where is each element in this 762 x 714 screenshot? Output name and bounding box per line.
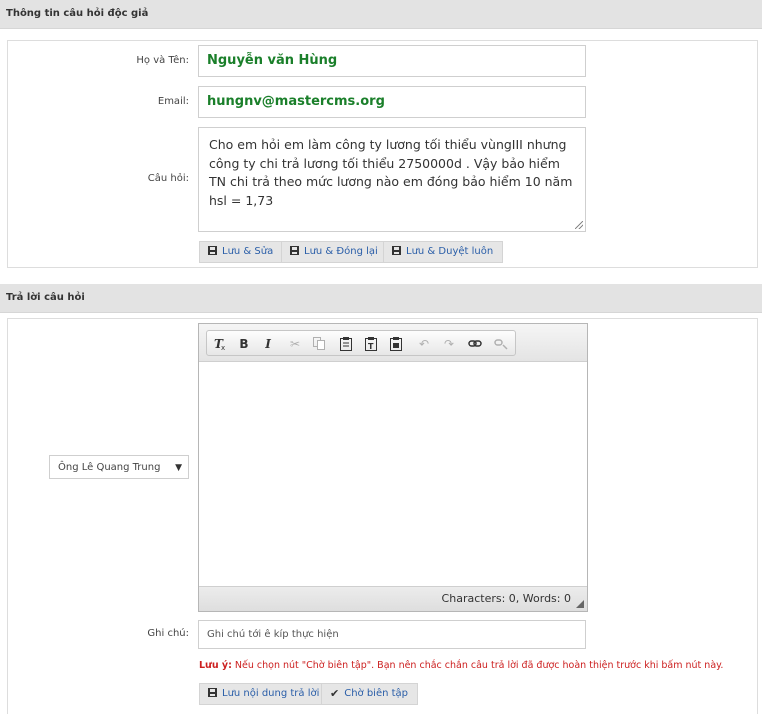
unlink-icon[interactable]	[492, 335, 510, 352]
wait-edit-button[interactable]: ✔ Chờ biên tập	[321, 683, 419, 705]
question-textarea[interactable]: Cho em hỏi em làm công ty lương tối thiể…	[198, 127, 586, 232]
dropdown-arrow-icon: ▼	[175, 463, 182, 473]
paste-word-icon[interactable]	[387, 335, 405, 352]
save-answer-button[interactable]: Lưu nội dung trả lời	[199, 683, 330, 705]
editor-toolbar: Tx B I ✂ T ↶ ↷	[199, 324, 587, 362]
expert-select[interactable]: Ông Lê Quang Trung ▼	[49, 455, 189, 479]
reader-info-title: Thông tin câu hỏi độc giả	[6, 8, 149, 19]
svg-text:x: x	[221, 344, 225, 351]
name-field[interactable]: Nguyễn văn Hùng	[198, 45, 586, 77]
link-icon[interactable]	[466, 335, 484, 352]
reader-info-header: Thông tin câu hỏi độc giả	[0, 0, 762, 29]
save-answer-label: Lưu nội dung trả lời	[222, 688, 320, 699]
editor-resize-icon[interactable]	[576, 600, 584, 608]
redo-icon[interactable]: ↷	[440, 335, 458, 352]
italic-icon[interactable]: I	[259, 335, 277, 352]
answer-title: Trả lời câu hỏi	[6, 292, 85, 303]
answer-editor: Tx B I ✂ T ↶ ↷ Characters: 0, Words: 0	[198, 323, 588, 612]
remove-format-icon[interactable]: Tx	[211, 335, 229, 352]
note-label: Ghi chú:	[147, 628, 189, 639]
checkmark-icon: ✔	[330, 687, 340, 700]
editor-content-area[interactable]	[199, 363, 587, 586]
save-icon	[392, 243, 401, 263]
save-close-button[interactable]: Lưu & Đóng lại	[281, 241, 388, 263]
svg-text:T: T	[368, 342, 374, 351]
answer-header: Trả lời câu hỏi	[0, 284, 762, 313]
resize-grip-icon[interactable]	[575, 221, 583, 229]
paste-icon[interactable]	[337, 335, 355, 352]
save-icon	[290, 243, 299, 263]
email-label: Email:	[157, 96, 189, 107]
note-input[interactable]: Ghi chú tới ê kíp thực hiện	[198, 620, 586, 649]
cut-icon[interactable]: ✂	[286, 335, 304, 352]
question-text: Cho em hỏi em làm công ty lương tối thiể…	[209, 137, 573, 208]
bold-icon[interactable]: B	[235, 335, 253, 352]
undo-icon[interactable]: ↶	[415, 335, 433, 352]
email-field[interactable]: hungnv@mastercms.org	[198, 86, 586, 118]
word-count: Characters: 0, Words: 0	[441, 592, 571, 605]
save-icon	[208, 243, 217, 263]
editor-status-bar: Characters: 0, Words: 0	[199, 586, 587, 611]
save-approve-label: Lưu & Duyệt luôn	[406, 246, 494, 257]
expert-selected-value: Ông Lê Quang Trung	[58, 462, 161, 473]
paste-text-icon[interactable]: T	[362, 335, 380, 352]
copy-icon[interactable]	[310, 335, 328, 352]
warning-prefix: Lưu ý:	[199, 660, 232, 671]
save-edit-button[interactable]: Lưu & Sửa	[199, 241, 284, 263]
save-icon	[208, 685, 217, 705]
warning-text: Nếu chọn nút "Chờ biên tập". Bạn nên chắ…	[231, 660, 724, 671]
save-edit-label: Lưu & Sửa	[222, 246, 274, 257]
wait-edit-label: Chờ biên tập	[344, 688, 409, 699]
name-label: Họ và Tên:	[136, 55, 189, 66]
save-close-label: Lưu & Đóng lại	[304, 246, 378, 257]
toolbar-group: Tx B I ✂ T ↶ ↷	[206, 330, 516, 356]
save-approve-button[interactable]: Lưu & Duyệt luôn	[383, 241, 504, 263]
warning-message: Lưu ý: Nếu chọn nút "Chờ biên tập". Bạn …	[199, 660, 723, 671]
question-label: Câu hỏi:	[147, 173, 189, 184]
